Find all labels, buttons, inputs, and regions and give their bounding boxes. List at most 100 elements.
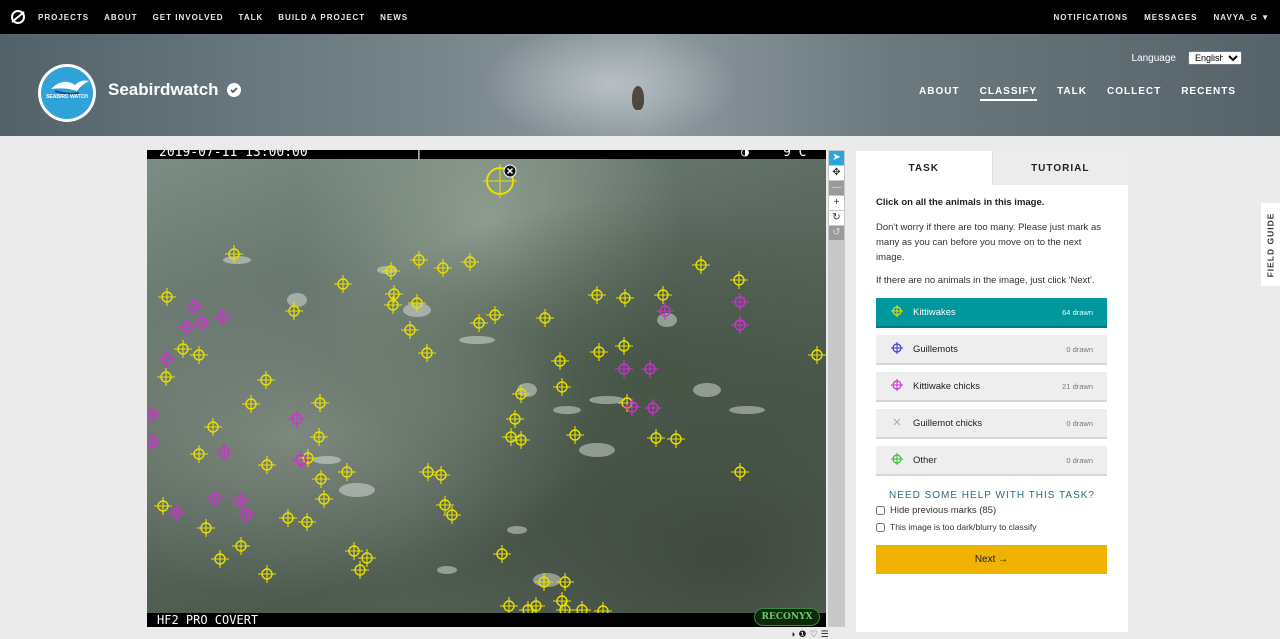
kittiwake-mark	[556, 573, 574, 591]
project-nav-classify[interactable]: CLASSIFY	[979, 86, 1038, 101]
project-nav-about[interactable]: ABOUT	[919, 86, 960, 101]
nav-talk[interactable]: TALK	[239, 13, 264, 22]
x-mark-icon	[890, 416, 904, 431]
too-dark-checkbox[interactable]	[876, 522, 885, 532]
kittiwake-mark	[551, 352, 569, 370]
language-picker: Language English	[1132, 51, 1242, 65]
zoom-out-icon[interactable]: —	[829, 181, 844, 195]
kittiwake-mark	[808, 346, 826, 364]
kittiwake-mark	[334, 275, 352, 293]
tool-kittiwakes[interactable]: Kittiwakes 64 drawn	[876, 298, 1107, 328]
user-menu[interactable]: NAVYA_G ▼	[1213, 13, 1270, 22]
tool-label: Kittiwake chicks	[913, 380, 981, 392]
kittiwake-mark	[692, 256, 710, 274]
kittiwake-chick-mark	[731, 293, 749, 311]
next-button[interactable]: Next →	[876, 545, 1107, 574]
nav-get-involved[interactable]: GET INVOLVED	[153, 13, 224, 22]
kittiwake-mark	[242, 395, 260, 413]
rotate-icon[interactable]: ↻	[829, 211, 844, 225]
tool-count: 0 drawn	[1066, 418, 1093, 428]
kittiwake-mark	[384, 296, 402, 314]
kittiwake-mark	[351, 561, 369, 579]
kittiwake-mark	[311, 394, 329, 412]
zoom-in-icon[interactable]: +	[829, 196, 844, 210]
kittiwake-mark	[470, 314, 488, 332]
verified-badge-icon	[226, 83, 241, 97]
nav-about[interactable]: ABOUT	[104, 13, 137, 22]
task-help-text-2: If there are no animals in the image, ju…	[876, 275, 1095, 286]
marks-layer[interactable]	[147, 150, 826, 627]
kittiwake-mark	[443, 506, 461, 524]
pointer-tool-icon[interactable]: ➤	[829, 151, 844, 165]
kittiwake-chick-mark	[158, 350, 176, 368]
kittiwake-chick-mark	[644, 399, 662, 417]
kittiwake-chick-mark	[288, 410, 306, 428]
project-nav-talk[interactable]: TALK	[1057, 86, 1087, 101]
hide-marks-option[interactable]: Hide previous marks (85)	[876, 505, 1108, 516]
camera-footer: HF2 PRO COVERT RECONYX	[147, 608, 826, 627]
kittiwake-chick-mark	[215, 443, 233, 461]
cliff-highlight	[579, 443, 615, 457]
language-select[interactable]: English	[1188, 51, 1242, 65]
viewer-toolbar: ➤ ✥ — + ↻ ↺	[828, 150, 845, 627]
kittiwake-chick-mark	[731, 316, 749, 334]
project-avatar[interactable]: SEABIRD WATCH	[38, 64, 96, 122]
kittiwake-mark	[654, 286, 672, 304]
favorite-heart-icon[interactable]: ♡	[810, 629, 818, 639]
tool-guillemot-chicks[interactable]: Guillemot chicks 0 drawn	[876, 409, 1107, 439]
seabird-logo-icon	[51, 80, 89, 95]
kittiwake-mark	[615, 337, 633, 355]
kittiwake-mark	[338, 463, 356, 481]
camera-brand-logo: RECONYX	[754, 608, 820, 626]
reset-icon[interactable]: ↺	[829, 226, 844, 240]
tool-other[interactable]: Other 0 drawn	[876, 446, 1107, 476]
project-title[interactable]: Seabirdwatch	[108, 80, 241, 100]
tool-count: 21 drawn	[1062, 381, 1093, 391]
too-dark-label: This image is too dark/blurry to classif…	[890, 522, 1037, 532]
kittiwake-mark	[382, 262, 400, 280]
nav-news[interactable]: NEWS	[380, 13, 408, 22]
kittiwake-mark	[432, 466, 450, 484]
camera-model: HF2 PRO COVERT	[157, 613, 259, 627]
kittiwake-mark	[197, 519, 215, 537]
need-help-link[interactable]: NEED SOME HELP WITH THIS TASK?	[876, 490, 1108, 501]
too-dark-option[interactable]: This image is too dark/blurry to classif…	[876, 522, 1108, 532]
collections-list-icon[interactable]: ☰	[821, 629, 829, 639]
info-icon[interactable]: ❶	[798, 629, 806, 639]
kittiwake-mark	[647, 429, 665, 447]
kittiwake-mark	[616, 289, 634, 307]
project-nav: ABOUT CLASSIFY TALK COLLECT RECENTS	[919, 86, 1236, 101]
kittiwake-mark	[312, 470, 330, 488]
kittiwake-chick-mark	[168, 504, 186, 522]
kittiwake-mark	[258, 456, 276, 474]
tool-kittiwake-chicks[interactable]: Kittiwake chicks 21 drawn	[876, 372, 1107, 402]
tab-tutorial[interactable]: TUTORIAL	[991, 151, 1128, 185]
crosshair-icon	[890, 378, 904, 394]
zooniverse-logo-icon[interactable]	[10, 9, 26, 25]
project-nav-recents[interactable]: RECENTS	[1181, 86, 1236, 101]
tool-guillemots[interactable]: Guillemots 0 drawn	[876, 335, 1107, 365]
invert-icon[interactable]: ◑	[790, 629, 795, 639]
tab-task[interactable]: TASK	[856, 151, 992, 185]
project-nav-collect[interactable]: COLLECT	[1107, 86, 1161, 101]
kittiwake-chick-mark	[147, 433, 161, 451]
field-guide-tab[interactable]: FIELD GUIDE	[1261, 203, 1280, 286]
hide-marks-label: Hide previous marks (85)	[890, 505, 997, 516]
hide-marks-checkbox[interactable]	[876, 506, 885, 515]
move-tool-icon[interactable]: ✥	[829, 166, 844, 180]
cliff-highlight	[313, 456, 341, 464]
kittiwake-mark	[257, 371, 275, 389]
kittiwake-mark	[506, 410, 524, 428]
kittiwake-mark	[232, 537, 250, 555]
nav-notifications[interactable]: NOTIFICATIONS	[1054, 13, 1129, 22]
subject-actions: ◑ ❶ ♡ ☰	[790, 629, 829, 639]
user-name: NAVYA_G	[1213, 12, 1258, 22]
nav-build-a-project[interactable]: BUILD A PROJECT	[278, 13, 365, 22]
task-tabs: TASK TUTORIAL	[856, 151, 1128, 185]
nav-projects[interactable]: PROJECTS	[38, 13, 89, 22]
kittiwake-chick-mark	[185, 298, 203, 316]
subject-image[interactable]: 2019-07-11 13:00:00 | ◑ 9°C HF2 PRO COVE…	[147, 150, 826, 627]
task-instruction: Click on all the animals in this image.	[876, 197, 1045, 208]
cliff-highlight	[553, 406, 581, 414]
nav-messages[interactable]: MESSAGES	[1144, 13, 1197, 22]
